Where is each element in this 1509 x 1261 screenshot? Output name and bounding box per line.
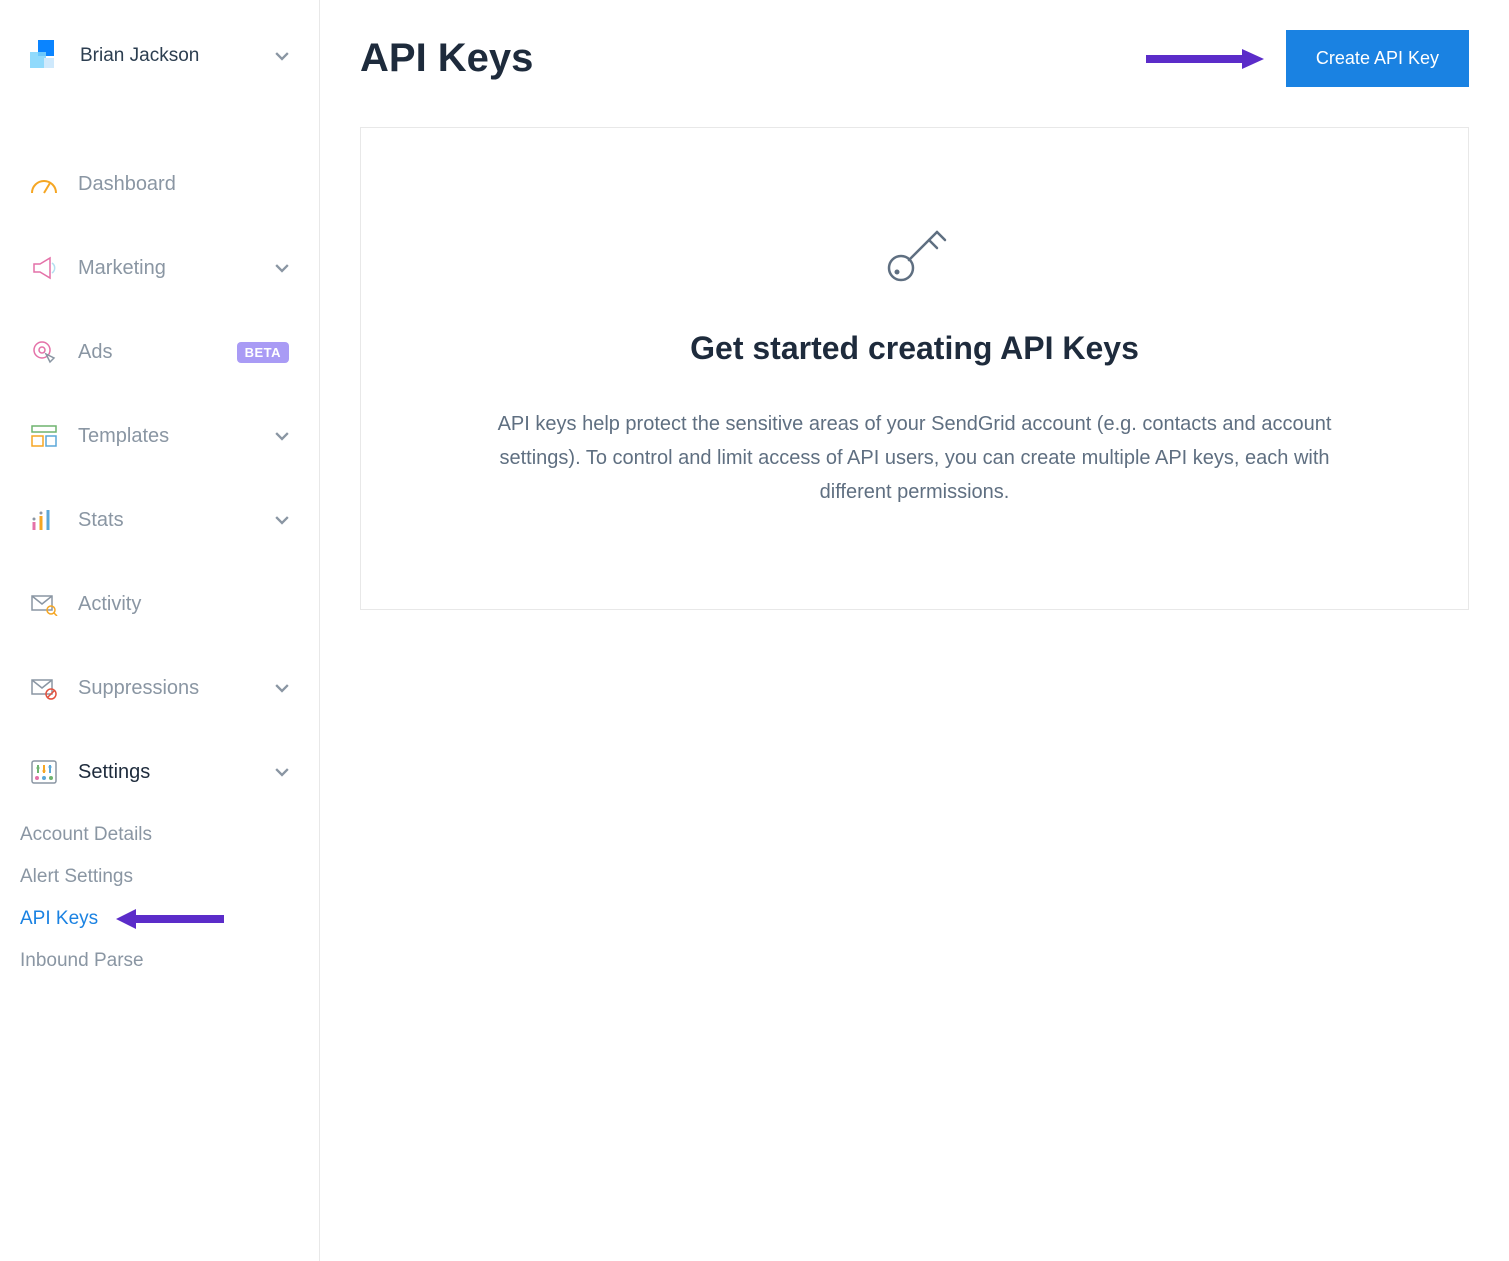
sliders-icon (30, 758, 58, 786)
nav-label: Ads (78, 341, 227, 364)
sidebar-item-marketing[interactable]: Marketing (0, 226, 319, 310)
user-name-label: Brian Jackson (80, 45, 275, 67)
create-api-key-button[interactable]: Create API Key (1286, 30, 1469, 87)
chevron-down-icon (275, 261, 289, 275)
settings-subnav: Account Details Alert Settings API Keys … (0, 814, 319, 982)
chevron-down-icon (275, 681, 289, 695)
annotation-arrow-icon (114, 907, 224, 931)
nav-label: Templates (78, 425, 275, 448)
cursor-click-icon (30, 338, 58, 366)
nav-label: Dashboard (78, 173, 289, 196)
layout-icon (30, 422, 58, 450)
envelope-block-icon (30, 674, 58, 702)
empty-state-title: Get started creating API Keys (421, 330, 1408, 367)
beta-badge: BETA (237, 342, 289, 363)
subnav-api-keys[interactable]: API Keys (20, 898, 98, 940)
page-title: API Keys (360, 36, 533, 81)
sidebar-item-settings[interactable]: Settings (0, 730, 319, 814)
nav-label: Marketing (78, 257, 275, 280)
chevron-down-icon (275, 513, 289, 527)
subnav-alert-settings[interactable]: Alert Settings (20, 856, 299, 898)
annotation-arrow-icon (1146, 47, 1266, 71)
main-content: API Keys Create API Key Get started crea… (320, 0, 1509, 1261)
subnav-account-details[interactable]: Account Details (20, 814, 299, 856)
chevron-down-icon (275, 429, 289, 443)
sidebar-item-activity[interactable]: Activity (0, 562, 319, 646)
chevron-down-icon (275, 49, 289, 63)
empty-state-card: Get started creating API Keys API keys h… (360, 127, 1469, 610)
nav-label: Stats (78, 509, 275, 532)
app-logo-icon (30, 40, 62, 72)
sidebar-item-suppressions[interactable]: Suppressions (0, 646, 319, 730)
nav-label: Activity (78, 593, 289, 616)
subnav-inbound-parse[interactable]: Inbound Parse (20, 940, 299, 982)
user-menu[interactable]: Brian Jackson (0, 30, 319, 102)
sidebar-item-ads[interactable]: Ads BETA (0, 310, 319, 394)
gauge-icon (30, 170, 58, 198)
key-icon (421, 218, 1408, 290)
sidebar-item-stats[interactable]: Stats (0, 478, 319, 562)
nav-label: Suppressions (78, 677, 275, 700)
sidebar-item-dashboard[interactable]: Dashboard (0, 142, 319, 226)
sidebar-item-templates[interactable]: Templates (0, 394, 319, 478)
page-header: API Keys Create API Key (360, 30, 1469, 87)
chevron-down-icon (275, 765, 289, 779)
megaphone-icon (30, 254, 58, 282)
sidebar: Brian Jackson Dashboard Marketing Ads BE… (0, 0, 320, 1261)
bar-chart-icon (30, 506, 58, 534)
nav-list: Dashboard Marketing Ads BETA Templates (0, 142, 319, 814)
nav-label: Settings (78, 761, 275, 784)
envelope-search-icon (30, 590, 58, 618)
empty-state-description: API keys help protect the sensitive area… (480, 407, 1350, 509)
